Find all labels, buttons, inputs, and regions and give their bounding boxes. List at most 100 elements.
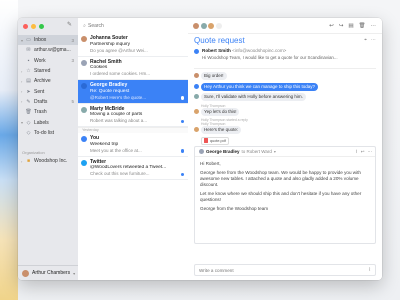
conversation-title: Quote request bbox=[194, 36, 245, 45]
message-list-item[interactable]: Rachel Smith Cookies I ordered some cookie… bbox=[78, 57, 188, 80]
sidebar-item-label: Drafts bbox=[34, 98, 48, 105]
email-to: to Robert Ward bbox=[241, 149, 272, 154]
sidebar-item-drafts[interactable]: › ✎ Drafts 5 bbox=[18, 97, 78, 107]
briefcase-icon: ▪ bbox=[27, 57, 30, 64]
avatar[interactable] bbox=[193, 22, 199, 29]
participants bbox=[193, 22, 222, 29]
add-participant-icon[interactable] bbox=[215, 22, 222, 29]
summary-preview: Hi Woodshop Team, I would like to get a … bbox=[202, 55, 338, 60]
sidebar-item-inbox[interactable]: ▾ ▭ Inbox 3 bbox=[18, 35, 78, 46]
sent-icon: ➤ bbox=[26, 88, 31, 95]
internal-chat: Big order! Hey Arthur you think we can ma… bbox=[194, 72, 376, 145]
chat-bubble: Sure, I'll validate with Holly before an… bbox=[201, 93, 306, 101]
sidebar-item-label: To-do list bbox=[34, 129, 55, 136]
zoom-window-button[interactable] bbox=[39, 24, 44, 29]
sidebar-item-starred[interactable]: › ☆ Starred bbox=[18, 66, 78, 76]
toolbar-actions: ↩ ↪ ▤ 🗑 ⋯ bbox=[329, 23, 376, 29]
unread-dot-icon bbox=[180, 96, 184, 100]
chat-message: Big order! bbox=[194, 72, 376, 81]
message-preview: Check out this new furniture... bbox=[90, 171, 150, 176]
person-icon bbox=[81, 36, 87, 42]
title-actions: ⌖ ⋯ bbox=[364, 37, 376, 43]
avatar bbox=[194, 73, 199, 78]
reply-icon[interactable]: ↩ bbox=[361, 149, 365, 155]
conversation-toolbar: ↩ ↪ ▤ 🗑 ⋯ bbox=[188, 18, 382, 34]
comment-box: ⌇ bbox=[194, 264, 376, 276]
person-icon bbox=[81, 106, 87, 113]
sidebar-item-trash[interactable]: 🗑 Trash bbox=[18, 107, 78, 117]
sender-name: Robert Smith bbox=[202, 48, 231, 53]
summary-sender: Robert Smith <info@woodshopinc.com> bbox=[202, 48, 286, 53]
chat-message: Sure, I'll validate with Holly before an… bbox=[194, 93, 376, 102]
sidebar-item-to-do-list[interactable]: ◇ To-do list bbox=[18, 128, 78, 138]
sidebar-item-label: Archive bbox=[34, 78, 51, 85]
attachment-icon[interactable]: ⌇ bbox=[356, 149, 358, 155]
sidebar-item-label: Labels bbox=[34, 119, 49, 126]
email-summary[interactable]: Robert Smith <info@woodshopinc.com> Hi W… bbox=[194, 48, 376, 69]
chevron-down-icon[interactable]: ▾ bbox=[274, 149, 276, 154]
drafts-icon: ✎ bbox=[26, 98, 31, 105]
email-message: George Bradley to Robert Ward ▾ ⌇ ↩ ⋯ Hi… bbox=[194, 146, 376, 244]
email-header[interactable]: George Bradley to Robert Ward ▾ ⌇ ↩ ⋯ bbox=[195, 147, 375, 157]
message-preview: @Robert Here's the quote... bbox=[90, 94, 146, 100]
more-icon[interactable]: ⋯ bbox=[368, 149, 373, 155]
chat-bubble: Here's the quote: bbox=[201, 126, 242, 134]
more-icon[interactable]: ⋯ bbox=[371, 23, 377, 29]
trash-icon: 🗑 bbox=[25, 109, 32, 116]
search-input[interactable] bbox=[88, 22, 173, 29]
chat-message: Here's the quote: bbox=[194, 126, 376, 135]
unread-count: 3 bbox=[71, 37, 74, 43]
message-list-item[interactable]: You Weekend trip Meet you at the office at… bbox=[78, 133, 188, 157]
mail-app-window: ✎ ▾ ▭ Inbox 3 ✉ arthur.w@gma... ▪ Work 3 › ☆ Starre… bbox=[18, 18, 382, 280]
message-preview: Robert was talking about a... bbox=[90, 118, 148, 123]
message-preview: I ordered some cookies. Hm... bbox=[90, 71, 151, 76]
avatar bbox=[22, 269, 29, 277]
sidebar-item-archive[interactable]: › ▤ Archive bbox=[18, 76, 78, 86]
unread-dot-icon bbox=[180, 172, 184, 176]
message-list-item[interactable]: Marty McBride Moving a couple of parts Rob… bbox=[78, 104, 188, 127]
account-footer[interactable]: Arthur Chambers ▾ bbox=[18, 265, 78, 280]
message-list-item[interactable]: George Bradley Re: Quote request @Robert H… bbox=[78, 80, 188, 104]
sidebar-item-label: Inbox bbox=[34, 37, 47, 44]
person-icon bbox=[81, 83, 87, 89]
message-list: Johanna Souter Partnership inquiry Do you … bbox=[78, 33, 188, 180]
reply-icon[interactable]: ↩ bbox=[329, 23, 334, 29]
attachment-name: quote.pdf bbox=[210, 138, 226, 143]
sidebar-item-label: Sent bbox=[34, 88, 45, 95]
comment-input[interactable] bbox=[199, 267, 369, 273]
unread-count: 5 bbox=[71, 99, 74, 105]
more-icon[interactable]: ⋯ bbox=[371, 37, 376, 43]
sidebar-item-labels[interactable]: ▾ ◇ Labels bbox=[18, 117, 78, 127]
attachment-chip[interactable]: quote.pdf bbox=[201, 136, 229, 145]
sidebar-item-arthur-w-gma[interactable]: ✉ arthur.w@gma... bbox=[18, 45, 78, 55]
avatar[interactable] bbox=[200, 22, 207, 29]
todo-list-icon: ◇ bbox=[26, 129, 31, 136]
message-list-item[interactable]: Twitter @WoodLovers retweeted a Tweet... C… bbox=[78, 157, 188, 180]
attachment-icon[interactable]: ⌇ bbox=[369, 267, 371, 273]
email-body: Hi Robert, George here from the Woodshop… bbox=[195, 157, 375, 219]
sidebar-item-work[interactable]: ▪ Work 3 bbox=[18, 56, 78, 66]
sidebar-item-woodshop[interactable]: › ■ Woodshop Inc. bbox=[18, 156, 78, 166]
message-list-item[interactable]: Johanna Souter Partnership inquiry Do you … bbox=[78, 33, 188, 57]
person-icon bbox=[81, 59, 87, 66]
unread-dot-icon bbox=[180, 149, 184, 153]
unread-count: 3 bbox=[71, 58, 74, 64]
compose-icon[interactable]: ✎ bbox=[67, 22, 73, 28]
avatar bbox=[194, 94, 199, 99]
close-window-button[interactable] bbox=[23, 24, 28, 29]
minimize-window-button[interactable] bbox=[31, 24, 36, 29]
search-bar: ⌕ bbox=[81, 21, 185, 30]
label-icon[interactable]: ⌖ bbox=[364, 37, 367, 43]
window-controls bbox=[23, 24, 44, 29]
archive-icon[interactable]: ▤ bbox=[348, 23, 353, 29]
sidebar-item-label: Starred bbox=[34, 68, 51, 75]
archive-icon: ▤ bbox=[26, 78, 31, 85]
forward-icon[interactable]: ↪ bbox=[339, 23, 344, 29]
twitter-icon bbox=[81, 159, 87, 166]
avatar[interactable] bbox=[208, 22, 214, 29]
chat-message: Yep let's do this! bbox=[194, 107, 376, 117]
avatar bbox=[199, 149, 204, 154]
sidebar-item-sent[interactable]: › ➤ Sent bbox=[18, 86, 78, 96]
message-preview: Do you agree @Arthur Wei... bbox=[90, 47, 148, 53]
trash-icon[interactable]: 🗑 bbox=[359, 23, 366, 29]
